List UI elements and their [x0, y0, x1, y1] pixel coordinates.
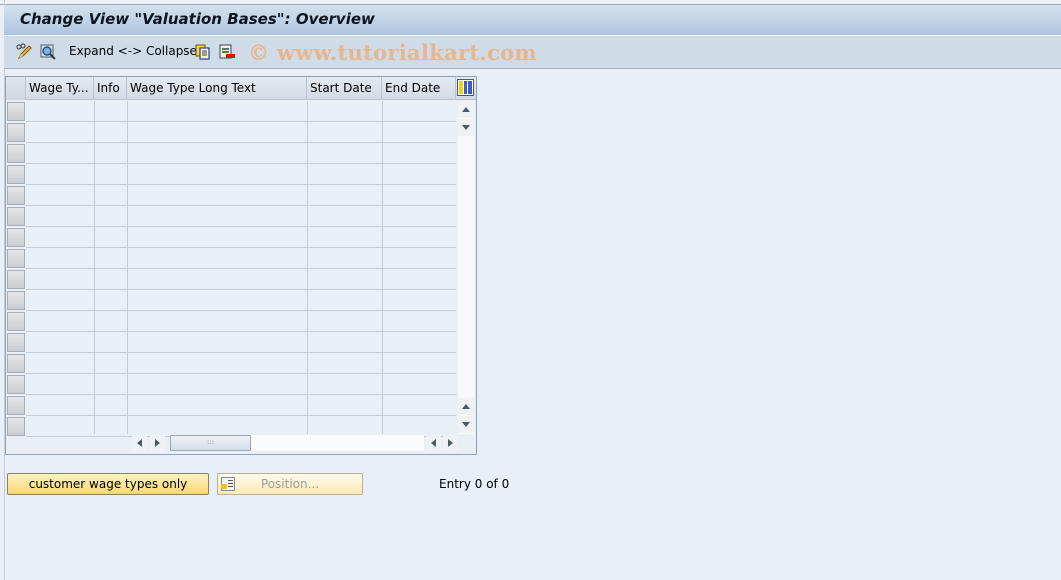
- arrow-right-icon: [155, 439, 160, 447]
- arrow-up-icon: [462, 404, 470, 409]
- column-header-start-date[interactable]: Start Date: [307, 77, 382, 100]
- valuation-bases-table: Wage Ty... Info Wage Type Long Text Star…: [5, 76, 477, 455]
- select-all-corner[interactable]: [6, 77, 26, 100]
- table-row-divider: [26, 184, 456, 185]
- table-row-divider: [26, 268, 456, 269]
- position-label: Position...: [260, 477, 320, 491]
- scroll-right-button[interactable]: [150, 435, 165, 451]
- scroll-first-column-button[interactable]: [426, 435, 441, 451]
- entry-count: Entry 0 of 0: [439, 477, 510, 491]
- row-selector[interactable]: [7, 144, 25, 163]
- table-column-divider: [382, 101, 383, 434]
- position-button[interactable]: Position...: [217, 473, 363, 495]
- scroll-up-button[interactable]: [458, 101, 474, 118]
- row-selector[interactable]: [7, 417, 25, 436]
- expand-collapse-button[interactable]: Expand <-> Collapse: [69, 44, 197, 58]
- row-selector[interactable]: [7, 165, 25, 184]
- table-row-divider: [26, 226, 456, 227]
- column-header-long-text[interactable]: Wage Type Long Text: [127, 77, 307, 100]
- application-toolbar: Expand <-> Collapse © www.tutorialkart.c…: [4, 36, 1061, 69]
- table-row-divider: [26, 163, 456, 164]
- table-row-divider: [26, 352, 456, 353]
- arrow-up-icon: [462, 107, 470, 112]
- table-row-divider: [26, 121, 456, 122]
- position-icon: [221, 477, 235, 491]
- title-bar: Change View "Valuation Bases": Overview: [4, 5, 1061, 36]
- scroll-page-down-button[interactable]: [458, 416, 474, 433]
- horizontal-scrollbar[interactable]: :::: [132, 435, 462, 451]
- watermark-text: © www.tutorialkart.com: [248, 40, 537, 65]
- copy-as-icon[interactable]: [194, 43, 212, 61]
- customer-wage-types-only-label: customer wage types only: [28, 477, 188, 491]
- row-selector[interactable]: [7, 123, 25, 142]
- row-selector[interactable]: [7, 102, 25, 121]
- row-selector[interactable]: [7, 249, 25, 268]
- table-row-divider: [26, 205, 456, 206]
- table-row-divider: [26, 331, 456, 332]
- column-header-info[interactable]: Info: [94, 77, 127, 100]
- table-row-divider: [26, 247, 456, 248]
- delete-icon[interactable]: [218, 43, 236, 61]
- row-selector[interactable]: [7, 207, 25, 226]
- arrow-left-icon: [137, 439, 142, 447]
- arrow-right-icon: [448, 439, 453, 447]
- table-row-divider: [26, 415, 456, 416]
- customer-wage-types-only-button[interactable]: customer wage types only: [7, 473, 209, 495]
- scroll-down-button[interactable]: [458, 119, 474, 136]
- arrow-down-icon: [462, 422, 470, 427]
- table-row-divider: [26, 373, 456, 374]
- row-selector[interactable]: [7, 396, 25, 415]
- table-row-divider: [26, 310, 456, 311]
- table-column-divider: [307, 101, 308, 434]
- display-change-icon[interactable]: [15, 43, 33, 61]
- row-selector[interactable]: [7, 312, 25, 331]
- arrow-down-icon: [462, 125, 470, 130]
- horizontal-scroll-thumb[interactable]: :::: [170, 435, 251, 451]
- table-row-divider: [26, 394, 456, 395]
- table-row-divider: [26, 289, 456, 290]
- table-settings-icon[interactable]: [457, 79, 474, 96]
- row-selector[interactable]: [7, 270, 25, 289]
- page-title: Change View "Valuation Bases": Overview: [20, 10, 375, 28]
- column-header-end-date[interactable]: End Date: [382, 77, 456, 100]
- column-header-wage-type[interactable]: Wage Ty...: [26, 77, 94, 100]
- scroll-page-up-button[interactable]: [458, 398, 474, 415]
- row-selector[interactable]: [7, 375, 25, 394]
- table-header: Wage Ty... Info Wage Type Long Text Star…: [6, 77, 476, 100]
- scroll-left-button[interactable]: [132, 435, 147, 451]
- find-icon[interactable]: [39, 43, 57, 61]
- row-selector[interactable]: [7, 186, 25, 205]
- row-selector[interactable]: [7, 333, 25, 352]
- arrow-left-icon: [431, 439, 436, 447]
- table-column-divider: [94, 101, 95, 434]
- row-selector[interactable]: [7, 228, 25, 247]
- vertical-scrollbar[interactable]: [458, 101, 474, 434]
- table-column-divider: [127, 101, 128, 434]
- row-selector[interactable]: [7, 291, 25, 310]
- scroll-last-column-button[interactable]: [443, 435, 458, 451]
- horizontal-scroll-track[interactable]: :::: [170, 435, 424, 451]
- table-body: [26, 101, 456, 437]
- table-row-divider: [26, 142, 456, 143]
- row-selector[interactable]: [7, 354, 25, 373]
